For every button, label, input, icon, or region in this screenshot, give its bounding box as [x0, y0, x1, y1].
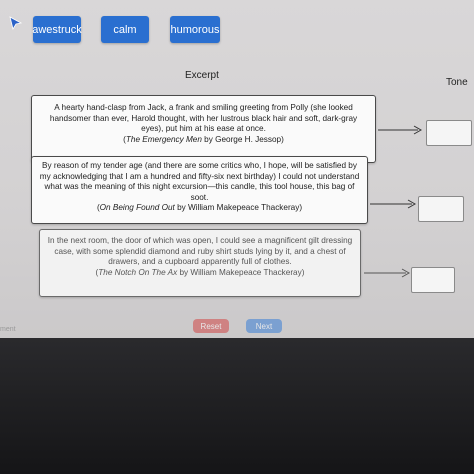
cursor-arrow-icon: [9, 16, 23, 31]
excerpt-text: In the next room, the door of which was …: [47, 236, 353, 266]
arrow-right-icon: [378, 125, 422, 135]
excerpt-card-1: A hearty hand-clasp from Jack, a frank a…: [31, 95, 376, 163]
excerpt-source-author: by William Makepeace Thackeray: [177, 203, 300, 212]
tone-drop-target-3[interactable]: [411, 267, 455, 293]
monitor-bezel: [0, 338, 474, 474]
tone-column-header: Tone: [446, 77, 468, 88]
excerpt-column-header: Excerpt: [185, 70, 219, 81]
tone-drop-target-1[interactable]: [426, 120, 472, 146]
tile-humorous[interactable]: humorous: [170, 16, 220, 43]
excerpt-card-3: In the next room, the door of which was …: [39, 229, 361, 297]
tile-awestruck[interactable]: awestruck: [32, 16, 82, 43]
next-button[interactable]: Next: [246, 319, 282, 333]
screen: awestruck calm humorous Excerpt Tone A h…: [0, 0, 474, 338]
excerpt-source-author: by William Makepeace Thackeray: [179, 267, 302, 277]
excerpt-text: By reason of my tender age (and there ar…: [39, 161, 360, 202]
tile-calm[interactable]: calm: [101, 16, 149, 43]
excerpt-source-title: The Notch On The Ax: [98, 267, 178, 277]
arrow-right-icon: [364, 268, 410, 278]
tone-drop-target-2[interactable]: [418, 196, 464, 222]
excerpt-card-2: By reason of my tender age (and there ar…: [31, 156, 368, 224]
excerpt-source-title: The Emergency Men: [125, 134, 202, 144]
excerpt-text: A hearty hand-clasp from Jack, a frank a…: [49, 103, 358, 133]
excerpt-source-author: by George H. Jessop: [204, 134, 282, 144]
arrow-right-icon: [370, 199, 416, 209]
excerpt-source-title: On Being Found Out: [99, 203, 175, 212]
reset-button[interactable]: Reset: [193, 319, 229, 333]
footer-hint: ment: [0, 326, 16, 333]
